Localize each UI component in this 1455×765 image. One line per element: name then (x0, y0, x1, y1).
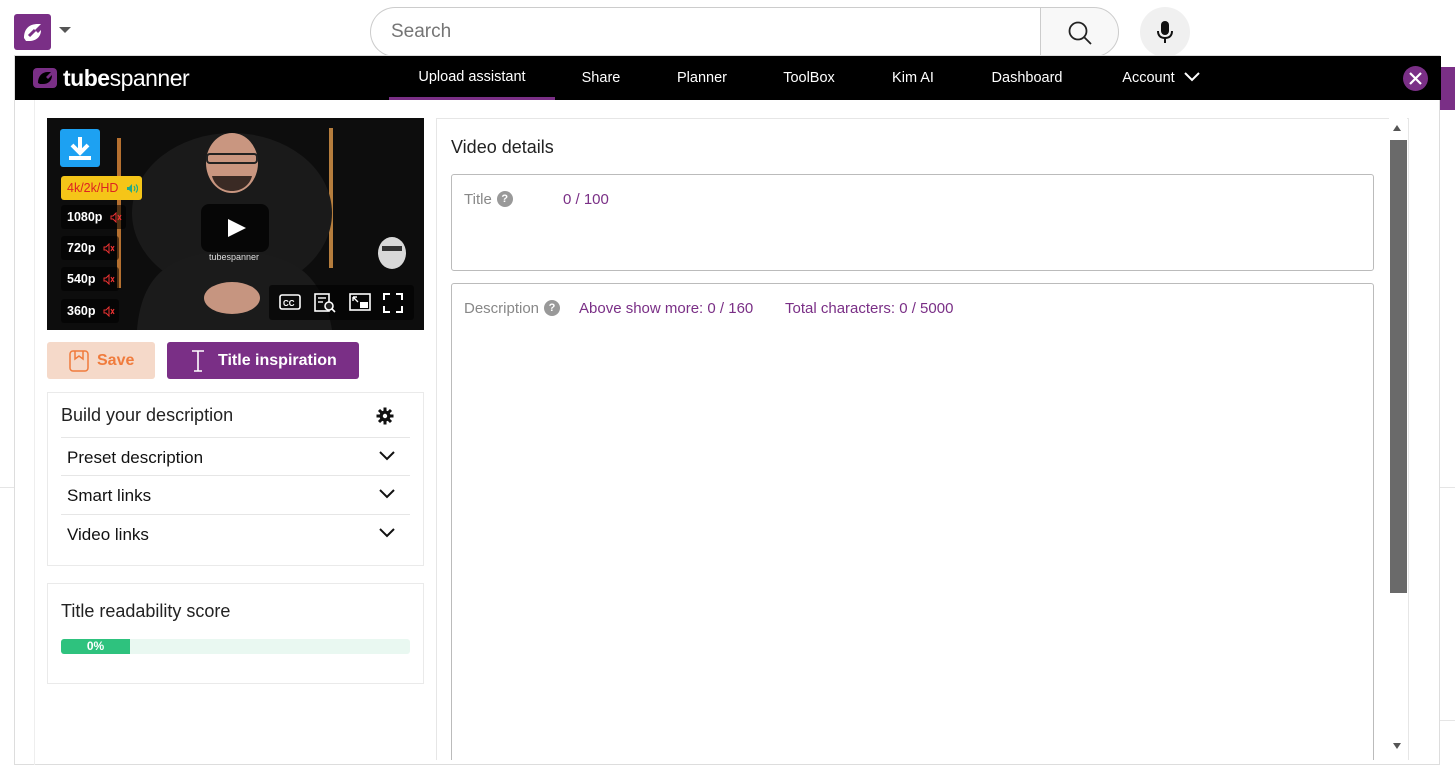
resolution-1080p-option[interactable]: 1080p (61, 205, 126, 229)
accordion-label: Smart links (67, 486, 152, 505)
nav-toolbox[interactable]: ToolBox (767, 56, 851, 100)
chevron-down-icon (1184, 71, 1200, 82)
help-icon[interactable]: ? (544, 299, 561, 316)
save-button[interactable]: Save (47, 342, 155, 379)
help-icon[interactable]: ? (496, 190, 513, 207)
nav-planner[interactable]: Planner (660, 56, 744, 100)
description-field-label: Description? (464, 299, 561, 317)
bookmark-icon (69, 350, 89, 372)
resolution-label: 720p (67, 241, 96, 255)
readability-title: Title readability score (61, 601, 231, 621)
tubespanner-logo-icon (33, 68, 57, 88)
scroll-up-arrow-icon[interactable] (1393, 125, 1401, 131)
video-details-panel: Video details Title? 0 / 100 Description… (436, 118, 1409, 760)
extension-dropdown-icon[interactable] (59, 27, 71, 33)
title-inspiration-button[interactable]: Title inspiration (167, 342, 359, 379)
total-characters-count: Total characters: 0 / 5000 (785, 300, 954, 317)
video-controls: CC (269, 285, 414, 320)
upload-assistant-content: tubespanner 4k/2k/HD 1080p 720p 540p 360… (34, 100, 1422, 765)
sound-off-icon (103, 243, 115, 255)
tubespanner-extension-button[interactable] (14, 14, 51, 50)
title-readability-panel: Title readability score 0% (47, 583, 424, 684)
download-icon (69, 137, 91, 160)
readability-progress-fill: 0% (61, 639, 130, 654)
nav-dashboard[interactable]: Dashboard (975, 56, 1079, 100)
background-divider (0, 487, 14, 488)
background-divider (1440, 720, 1455, 721)
close-button[interactable] (1403, 66, 1428, 91)
transcript-search-icon[interactable] (314, 293, 336, 313)
scrollbar[interactable] (1389, 118, 1407, 760)
play-icon[interactable] (201, 204, 269, 252)
resolution-label: 540p (67, 272, 96, 286)
video-preview[interactable]: tubespanner 4k/2k/HD 1080p 720p 540p 360… (47, 118, 424, 330)
nav-kim-ai[interactable]: Kim AI (877, 56, 949, 100)
svg-text:CC: CC (283, 299, 295, 308)
microphone-icon (1157, 21, 1173, 43)
nav-account[interactable]: Account (1109, 56, 1213, 100)
fullscreen-icon[interactable] (383, 293, 403, 313)
resolution-720p-option[interactable]: 720p (61, 236, 119, 260)
gear-icon[interactable] (376, 407, 394, 425)
sound-off-icon (103, 274, 115, 286)
text-cursor-icon (192, 350, 204, 372)
resolution-540p-option[interactable]: 540p (61, 267, 119, 291)
readability-progress-bar: 0% (61, 639, 410, 654)
close-icon (1409, 72, 1422, 85)
picture-in-picture-icon[interactable] (349, 293, 371, 311)
sound-on-icon (126, 184, 138, 194)
chevron-down-icon (379, 489, 395, 499)
accordion-smart-links[interactable]: Smart links (61, 475, 410, 514)
title-field[interactable]: Title? 0 / 100 (451, 174, 1374, 271)
search-button[interactable] (1040, 7, 1119, 57)
resolution-360p-option[interactable]: 360p (61, 299, 119, 323)
description-field[interactable]: Description? Above show more: 0 / 160 To… (451, 283, 1374, 760)
youtube-header (0, 0, 1455, 57)
search-icon (1068, 21, 1092, 45)
background-accent (1440, 67, 1455, 110)
tubespanner-nav: tubespanner Upload assistant Share Plann… (15, 56, 1441, 100)
nav-upload-assistant[interactable]: Upload assistant (389, 56, 555, 100)
captions-icon[interactable]: CC (279, 293, 301, 311)
accordion-video-links[interactable]: Video links (61, 514, 410, 553)
build-description-panel: Build your description Preset descriptio… (47, 392, 424, 566)
chevron-down-icon (379, 451, 395, 461)
scrollbar-thumb[interactable] (1390, 140, 1407, 593)
chevron-down-icon (379, 528, 395, 538)
title-char-count: 0 / 100 (563, 191, 609, 208)
title-inspiration-label: Title inspiration (218, 352, 337, 369)
accordion-label: Preset description (67, 448, 204, 467)
sound-off-icon (110, 212, 122, 224)
resolution-label: 1080p (67, 210, 103, 224)
resolution-label: 4k/2k/HD (67, 181, 119, 195)
accordion-preset-description[interactable]: Preset description (61, 437, 410, 476)
voice-search-button[interactable] (1140, 7, 1190, 57)
video-details-title: Video details (451, 137, 554, 157)
brand-name: tubespanner (63, 64, 190, 91)
title-field-label: Title? (464, 190, 513, 208)
tubespanner-panel: tubespanner Upload assistant Share Plann… (14, 55, 1441, 765)
sound-off-icon (103, 306, 115, 318)
resolution-4k-option[interactable]: 4k/2k/HD (61, 176, 142, 200)
scroll-down-arrow-icon[interactable] (1393, 743, 1401, 749)
build-description-title: Build your description (61, 405, 234, 425)
tubespanner-logo-icon (24, 24, 41, 41)
tubespanner-brand[interactable]: tubespanner (33, 64, 190, 91)
accordion-label: Video links (67, 525, 149, 544)
nav-share[interactable]: Share (565, 56, 637, 100)
resolution-label: 360p (67, 304, 96, 318)
shirt-logo-text: tubespanner (209, 252, 259, 262)
save-label: Save (97, 352, 135, 369)
search-input[interactable] (370, 7, 1041, 57)
above-show-more-count: Above show more: 0 / 160 (579, 300, 754, 317)
background-divider (1440, 487, 1455, 488)
nav-account-label: Account (1122, 70, 1175, 86)
download-button[interactable] (60, 129, 100, 167)
